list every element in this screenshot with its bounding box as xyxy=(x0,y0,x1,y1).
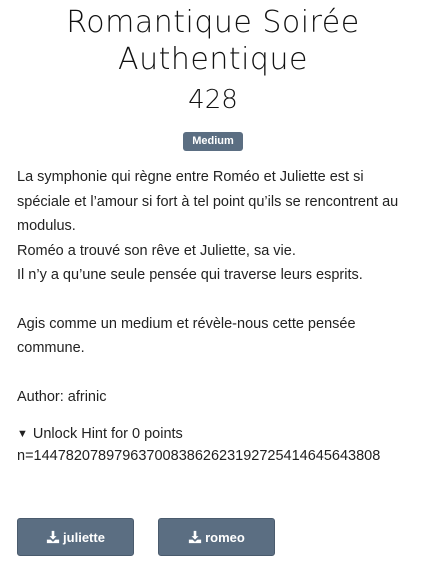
file-label: romeo xyxy=(205,529,245,545)
challenge-title: Romantique Soirée Authentique xyxy=(66,5,360,77)
hint-section: ▼ Unlock Hint for 0 points n=144782078979… xyxy=(17,423,426,467)
difficulty-badge: Medium xyxy=(183,132,243,151)
download-icon xyxy=(189,530,202,544)
download-juliette-button[interactable]: juliette xyxy=(17,518,134,556)
challenge-description: La symphonie qui règne entre Roméo et Ju… xyxy=(17,165,416,409)
description-line: Agis comme un medium et révèle-nous cett… xyxy=(17,315,356,357)
hint-label: Unlock Hint for 0 points xyxy=(32,426,183,442)
description-line: Il n’y a qu’une seule pensée qui travers… xyxy=(17,267,363,283)
challenge-points: 428 xyxy=(188,85,238,115)
description-line: La symphonie qui règne entre Roméo et Ju… xyxy=(17,169,399,234)
download-romeo-button[interactable]: romeo xyxy=(158,518,275,556)
hint-toggle[interactable]: ▼ Unlock Hint for 0 points xyxy=(17,423,426,445)
download-icon xyxy=(46,530,60,544)
hint-content: n=14478207897963700838626231927254146456… xyxy=(17,448,381,464)
triangle-down-icon: ▼ xyxy=(17,428,28,440)
file-label: juliette xyxy=(63,529,105,545)
challenge-panel: Romantique Soirée Authentique 428 Medium… xyxy=(0,4,426,556)
challenge-author: Author: afrinic xyxy=(17,388,107,405)
description-line: Roméo a trouvé son rêve et Juliette, sa … xyxy=(17,242,296,259)
